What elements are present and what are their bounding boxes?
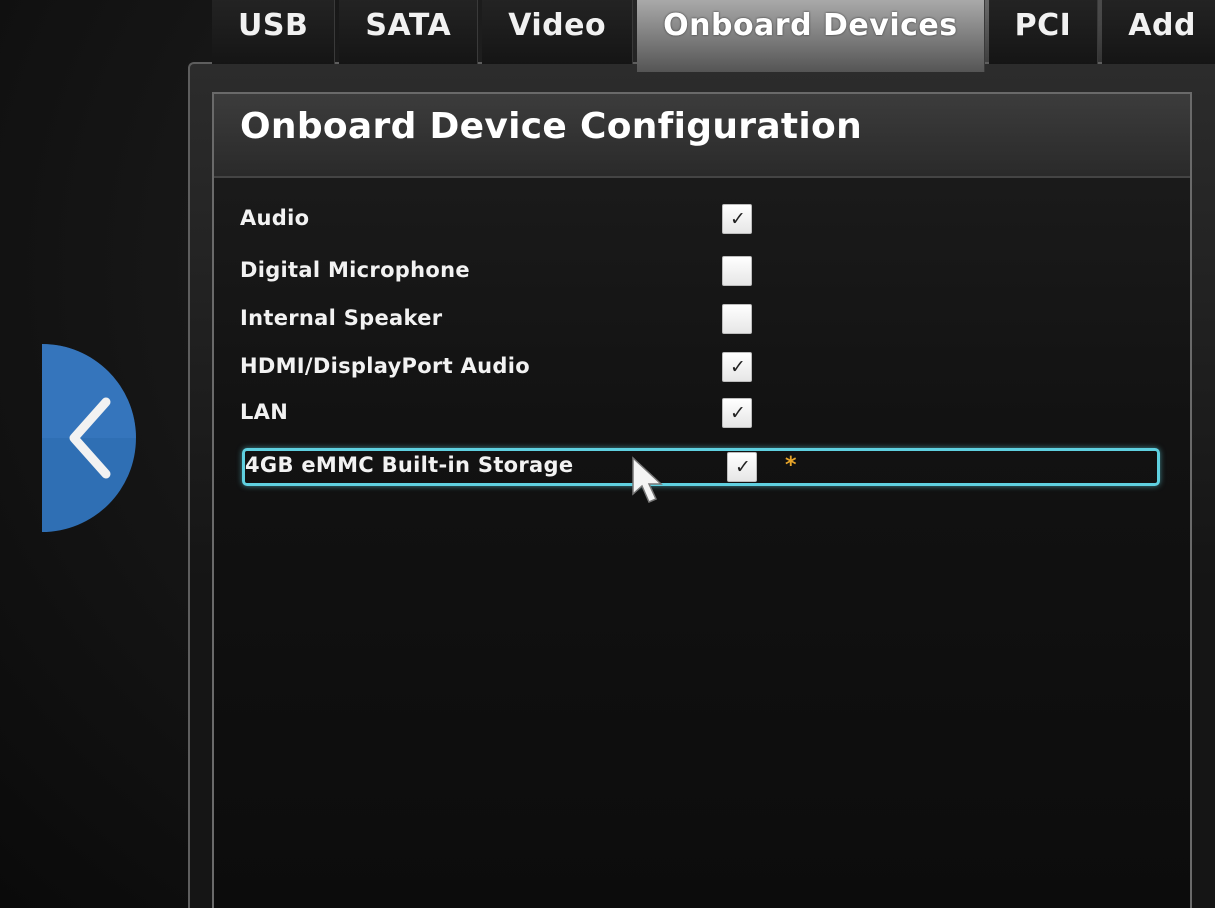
audio-checkbox[interactable]: ✓ bbox=[722, 204, 752, 234]
setting-row-internal-speaker[interactable]: Internal Speaker bbox=[236, 302, 1156, 342]
tab-usb[interactable]: USB bbox=[212, 0, 336, 64]
setting-row-lan[interactable]: LAN ✓ bbox=[236, 396, 1156, 436]
modified-marker: * bbox=[785, 453, 797, 478]
mouse-pointer-icon bbox=[632, 456, 663, 503]
digital-microphone-checkbox[interactable] bbox=[722, 256, 752, 286]
internal-speaker-checkbox[interactable] bbox=[722, 304, 752, 334]
tab-usb-label: USB bbox=[238, 8, 309, 43]
setting-label: HDMI/DisplayPort Audio bbox=[240, 354, 530, 378]
panel-title: Onboard Device Configuration bbox=[240, 106, 863, 147]
lan-checkbox[interactable]: ✓ bbox=[722, 398, 752, 428]
emmc-storage-checkbox[interactable]: ✓ bbox=[727, 452, 757, 482]
onboard-device-panel: Onboard Device Configuration Audio ✓ Dig… bbox=[212, 92, 1192, 908]
setting-label: 4GB eMMC Built-in Storage bbox=[245, 453, 574, 477]
tab-bar: USB SATA Video Onboard Devices PCI Add bbox=[212, 0, 1215, 72]
setting-row-audio[interactable]: Audio ✓ bbox=[236, 202, 1156, 242]
setting-row-digital-microphone[interactable]: Digital Microphone bbox=[236, 254, 1156, 294]
hdmi-displayport-audio-checkbox[interactable]: ✓ bbox=[722, 352, 752, 382]
setting-row-hdmi-displayport-audio[interactable]: HDMI/DisplayPort Audio ✓ bbox=[236, 350, 1156, 390]
tab-pci-label: PCI bbox=[1014, 8, 1072, 43]
setting-row-emmc-storage[interactable]: 4GB eMMC Built-in Storage ✓ * bbox=[242, 448, 1160, 486]
checkmark-icon: ✓ bbox=[730, 208, 746, 230]
checkmark-icon: ✓ bbox=[730, 356, 746, 378]
tab-video-label: Video bbox=[508, 8, 607, 43]
back-button[interactable] bbox=[10, 344, 136, 532]
bios-screen: USB SATA Video Onboard Devices PCI Add O… bbox=[0, 0, 1215, 908]
tab-pci[interactable]: PCI bbox=[988, 0, 1099, 64]
tab-onboard-devices[interactable]: Onboard Devices bbox=[637, 0, 985, 72]
setting-label: Digital Microphone bbox=[240, 258, 470, 282]
tab-video[interactable]: Video bbox=[482, 0, 634, 64]
tab-sata[interactable]: SATA bbox=[339, 0, 479, 64]
checkmark-icon: ✓ bbox=[735, 456, 751, 478]
setting-label: Audio bbox=[240, 206, 310, 230]
tab-onboard-devices-label: Onboard Devices bbox=[663, 8, 958, 43]
setting-label: Internal Speaker bbox=[240, 306, 443, 330]
checkmark-icon: ✓ bbox=[730, 402, 746, 424]
panel-header: Onboard Device Configuration bbox=[214, 94, 1190, 178]
tab-add[interactable]: Add bbox=[1102, 0, 1215, 64]
tab-sata-label: SATA bbox=[365, 8, 452, 43]
setting-label: LAN bbox=[240, 400, 289, 424]
tab-add-label: Add bbox=[1128, 8, 1196, 43]
